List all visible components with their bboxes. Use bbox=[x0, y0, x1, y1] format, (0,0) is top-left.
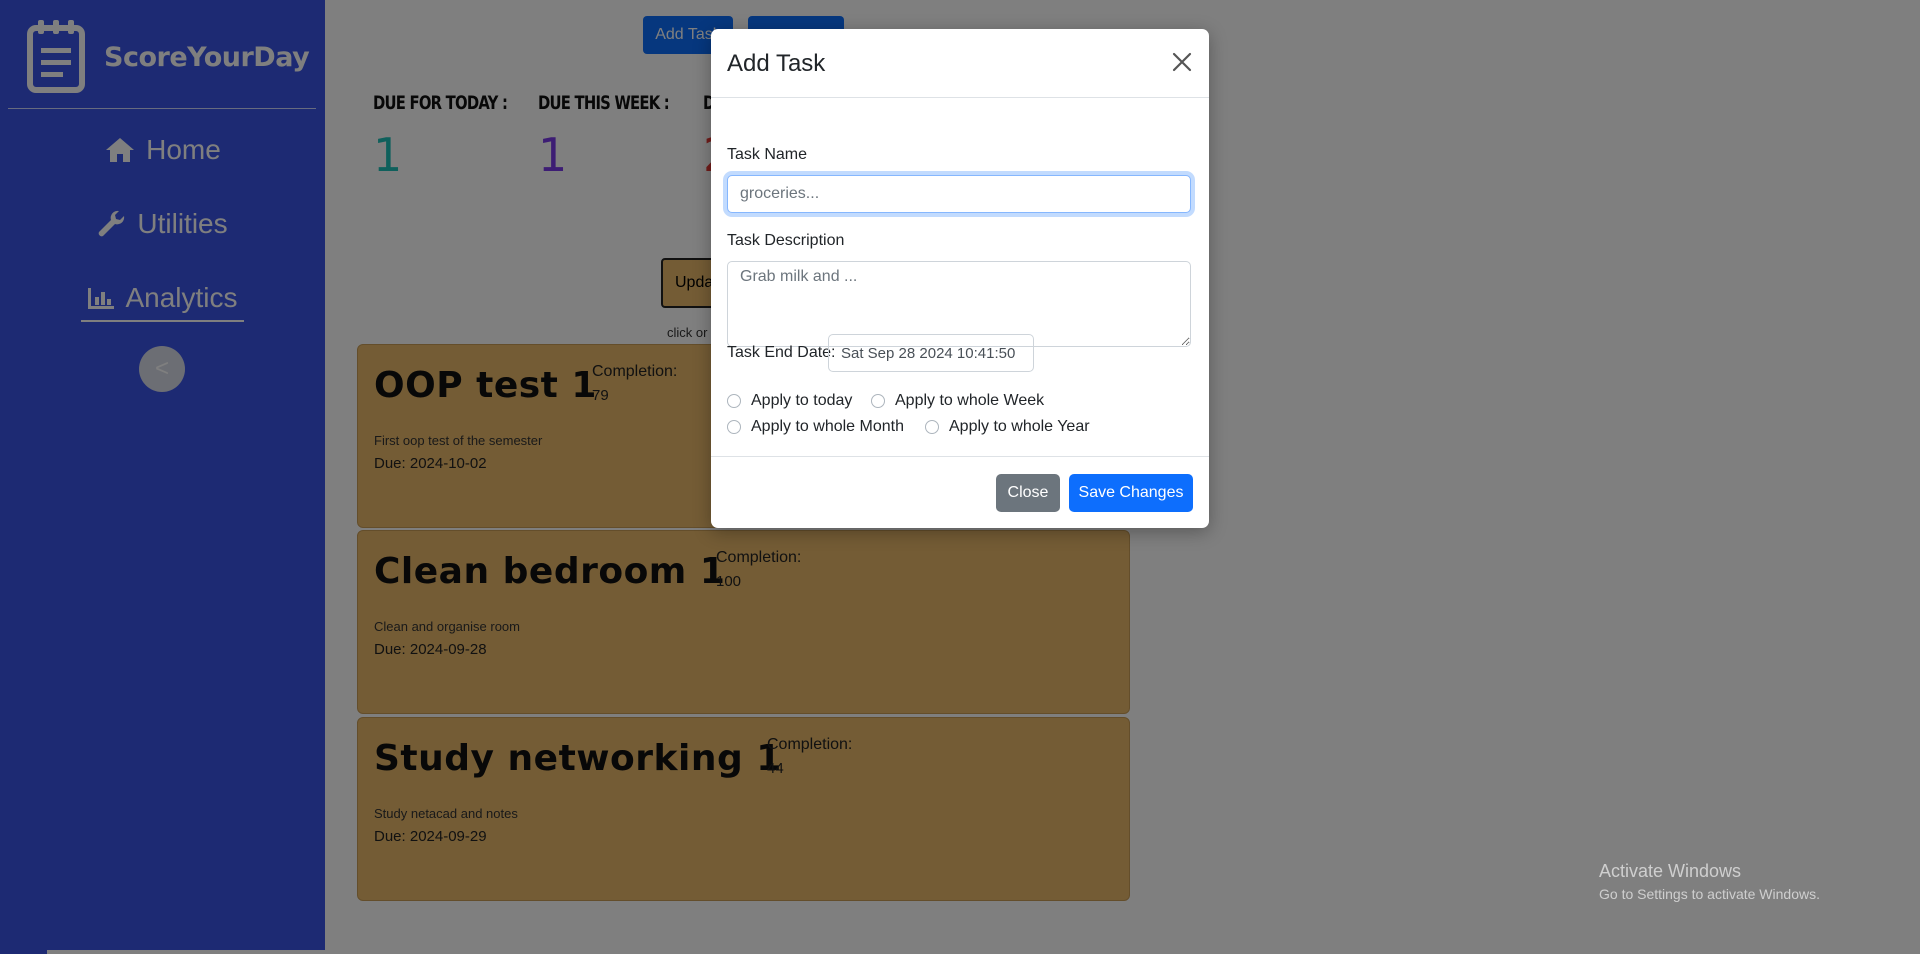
end-date-input[interactable]: Sat Sep 28 2024 10:41:50 bbox=[828, 334, 1034, 372]
task-description-label: Task Description bbox=[727, 232, 845, 249]
radio-label: Apply to whole Month bbox=[751, 418, 904, 435]
close-button[interactable]: Close bbox=[996, 474, 1060, 512]
radio-label: Apply to today bbox=[751, 392, 853, 409]
radio-button[interactable] bbox=[871, 394, 885, 408]
radio-button[interactable] bbox=[727, 394, 741, 408]
radio-week[interactable]: Apply to whole Week bbox=[871, 392, 1044, 410]
add-task-modal: Add Task Task Name Task Description Task… bbox=[711, 29, 1209, 528]
watermark-subtitle: Go to Settings to activate Windows. bbox=[1599, 886, 1820, 902]
activation-watermark: Activate Windows Go to Settings to activ… bbox=[1599, 861, 1820, 902]
modal-footer-divider bbox=[711, 456, 1209, 457]
task-name-input[interactable] bbox=[727, 175, 1191, 213]
radio-label: Apply to whole Week bbox=[895, 392, 1045, 409]
task-name-label: Task Name bbox=[727, 146, 808, 163]
watermark-title: Activate Windows bbox=[1599, 861, 1742, 881]
radio-button[interactable] bbox=[727, 420, 741, 434]
end-date-label: Task End Date: bbox=[727, 344, 836, 361]
close-icon[interactable] bbox=[1169, 49, 1195, 75]
radio-today[interactable]: Apply to today bbox=[727, 392, 852, 410]
radio-year[interactable]: Apply to whole Year bbox=[925, 418, 1090, 436]
radio-month[interactable]: Apply to whole Month bbox=[727, 418, 904, 436]
modal-header: Add Task bbox=[711, 29, 1209, 98]
radio-label: Apply to whole Year bbox=[949, 418, 1090, 435]
modal-title: Add Task bbox=[727, 50, 826, 77]
radio-button[interactable] bbox=[925, 420, 939, 434]
save-changes-button[interactable]: Save Changes bbox=[1069, 474, 1193, 512]
